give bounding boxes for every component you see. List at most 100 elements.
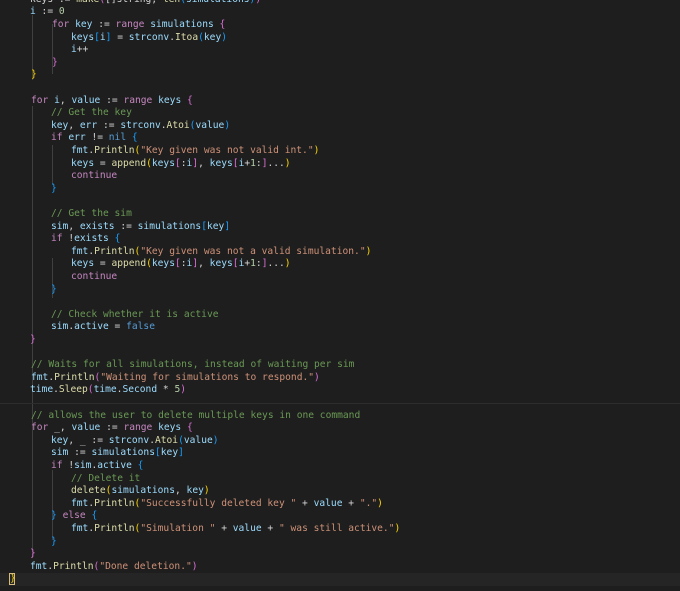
code-token: simulations xyxy=(150,19,214,30)
code-text: for _, value := range keys { xyxy=(31,422,193,435)
code-token: // Check whether it is active xyxy=(51,308,219,320)
code-token: + xyxy=(296,497,314,509)
code-token: keys xyxy=(71,157,95,169)
code-token: + xyxy=(215,523,233,534)
code-token: + xyxy=(342,497,360,509)
code-text: } xyxy=(30,548,36,561)
code-token: { xyxy=(114,233,121,245)
code-token: // Get the sim xyxy=(51,208,132,219)
code-token: continue xyxy=(71,271,118,282)
code-token: Println xyxy=(53,560,94,572)
code-token: := xyxy=(92,19,116,30)
indent-guide xyxy=(52,470,53,540)
code-token: ) xyxy=(394,523,401,534)
code-token: false xyxy=(126,321,155,333)
code-token: fmt xyxy=(71,497,89,509)
code-token: make xyxy=(76,0,99,5)
bracket-match-indicator xyxy=(9,573,15,586)
code-token: keys := xyxy=(30,0,76,5)
code-text: if err != nil { xyxy=(51,132,138,145)
code-text: } xyxy=(31,69,37,82)
code-token: err xyxy=(79,119,98,131)
code-token: key xyxy=(160,447,179,459)
code-token: = xyxy=(94,157,112,169)
code-token: time xyxy=(30,384,54,396)
code-token: ) xyxy=(284,258,291,270)
code-token: Atoi xyxy=(166,119,190,131)
code-text: fmt.Println("Simulation " + value + " wa… xyxy=(71,523,400,536)
code-editor[interactable]: keys := make([]string, len(simulations))… xyxy=(0,0,680,591)
code-text: if !sim.active { xyxy=(51,460,143,473)
code-token: "Simulation " xyxy=(140,523,216,534)
code-token: Atoi xyxy=(154,434,179,446)
code-token: ) xyxy=(203,485,210,497)
code-token: } xyxy=(51,283,57,295)
code-text: // Delete it xyxy=(71,473,140,486)
code-token: } xyxy=(31,69,37,81)
code-token: active xyxy=(74,321,109,333)
code-text: // Check whether it is active xyxy=(51,309,219,322)
code-token: _, xyxy=(48,422,72,434)
code-token: := xyxy=(35,6,59,18)
code-token: , xyxy=(68,119,80,131)
code-text: continue xyxy=(71,170,117,183)
code-token: } xyxy=(51,182,57,194)
code-token: ) xyxy=(255,0,261,5)
code-token: fmt xyxy=(71,145,89,156)
code-token: fmt xyxy=(31,371,49,383)
code-text: key, err := strconv.Atoi(value) xyxy=(51,120,230,133)
code-text: time.Sleep(time.Second * 5) xyxy=(30,384,186,397)
code-line[interactable]: } xyxy=(0,573,680,586)
code-token: ) xyxy=(314,371,320,383)
code-token: for xyxy=(31,94,49,106)
code-token: range xyxy=(123,94,153,106)
code-token: strconv xyxy=(108,434,150,446)
code-token: := xyxy=(68,447,92,459)
code-token: // allows the user to delete multiple ke… xyxy=(31,409,361,421)
code-token: ) xyxy=(180,384,186,396)
code-token: key xyxy=(186,485,204,497)
code-token: nil xyxy=(108,132,127,144)
code-token: Println xyxy=(94,145,135,156)
code-token: strconv xyxy=(128,31,170,43)
code-token: Println xyxy=(94,497,135,509)
code-text: } xyxy=(51,536,57,549)
code-token: simulations xyxy=(91,447,155,459)
code-token: keys xyxy=(158,94,182,106)
code-token: "Key given was not valid int." xyxy=(140,145,314,156)
code-token: , xyxy=(59,94,72,106)
code-token: []string, xyxy=(105,0,163,5)
code-text: } else { xyxy=(51,510,97,523)
code-token: append xyxy=(111,258,147,270)
code-token: keys xyxy=(209,157,233,169)
code-token: := xyxy=(100,94,124,106)
code-token: "Done deletion." xyxy=(99,560,192,572)
code-text: fmt.Println("Key given was not valid int… xyxy=(71,145,319,158)
code-token: keys xyxy=(71,31,95,43)
code-token: value xyxy=(232,523,262,534)
code-token: // Get the key xyxy=(51,107,132,119)
code-text: for i, value := range keys { xyxy=(31,95,193,108)
code-token: simulations xyxy=(186,0,250,5)
code-text: fmt.Println("Done deletion.") xyxy=(30,561,198,574)
code-token: } xyxy=(52,56,58,68)
code-text: i := 0 xyxy=(30,6,65,19)
code-token: if xyxy=(51,132,63,144)
code-token: ) xyxy=(284,157,291,169)
code-text: } xyxy=(51,183,57,196)
code-token: value xyxy=(71,94,101,106)
code-token: ! xyxy=(62,233,75,245)
code-token: Sleep xyxy=(58,384,88,396)
code-token: value xyxy=(71,422,101,434)
code-token: value xyxy=(183,434,213,446)
code-token: := xyxy=(97,119,121,131)
code-token: "." xyxy=(359,497,378,509)
code-token: time xyxy=(93,384,117,396)
code-token: " was still active." xyxy=(278,523,395,534)
code-token: append xyxy=(111,157,147,169)
code-text: fmt.Println("Successfully deleted key " … xyxy=(71,498,383,511)
code-text: // allows the user to delete multiple ke… xyxy=(31,410,360,423)
code-text: i++ xyxy=(71,44,88,57)
code-text: if !exists { xyxy=(51,233,120,246)
code-text: key, _ := strconv.Atoi(value) xyxy=(51,435,219,448)
